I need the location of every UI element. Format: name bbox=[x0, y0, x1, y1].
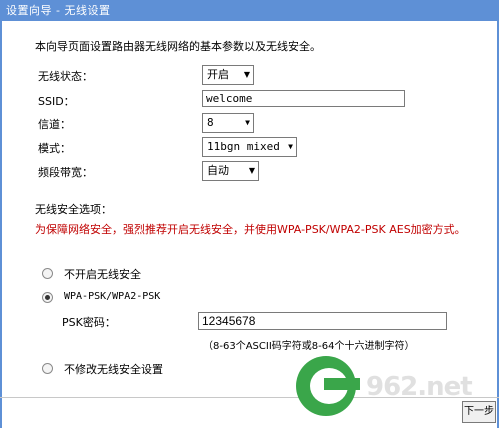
psk-hint: （8-63个ASCII码字符或8-64个十六进制字符） bbox=[203, 341, 415, 352]
intro-text: 本向导页面设置路由器无线网络的基本参数以及无线安全。 bbox=[35, 40, 321, 53]
channel-select[interactable]: 8 ▼ bbox=[202, 113, 254, 133]
radio-wpa-psk[interactable] bbox=[42, 292, 53, 303]
psk-password-input[interactable]: 12345678 bbox=[198, 312, 447, 330]
psk-label: PSK密码： bbox=[62, 316, 116, 329]
ssid-label: SSID： bbox=[38, 95, 75, 108]
mode-label: 模式： bbox=[38, 142, 71, 155]
ssid-input[interactable]: welcome bbox=[202, 90, 405, 107]
window-border-left bbox=[0, 21, 2, 428]
wireless-status-value: 开启 bbox=[207, 68, 229, 81]
wireless-status-label: 无线状态： bbox=[38, 70, 93, 83]
bandwidth-value: 自动 bbox=[207, 164, 229, 177]
mode-value: 11bgn mixed bbox=[207, 140, 280, 153]
security-warning: 为保障网络安全，强烈推荐开启无线安全，并使用WPA-PSK/WPA2-PSK A… bbox=[35, 223, 466, 236]
window-titlebar: 设置向导 - 无线设置 bbox=[0, 0, 499, 21]
window-title: 设置向导 - 无线设置 bbox=[6, 4, 111, 17]
mode-select[interactable]: 11bgn mixed ▼ bbox=[202, 137, 297, 157]
radio-keep-security[interactable] bbox=[42, 363, 53, 374]
channel-label: 信道： bbox=[38, 118, 71, 131]
next-button[interactable]: 下一步 bbox=[462, 401, 496, 423]
option-wpa-psk-label: WPA-PSK/WPA2-PSK bbox=[64, 291, 161, 302]
option-keep-security-label: 不修改无线安全设置 bbox=[64, 363, 163, 376]
option-no-security-label: 不开启无线安全 bbox=[64, 268, 141, 281]
chevron-down-icon: ▼ bbox=[243, 70, 250, 79]
psk-value: 12345678 bbox=[202, 314, 256, 328]
radio-no-security[interactable] bbox=[42, 268, 53, 279]
watermark-logo-bar bbox=[324, 378, 360, 390]
chevron-down-icon: ▼ bbox=[248, 166, 255, 175]
bandwidth-label: 频段带宽： bbox=[38, 166, 93, 179]
wireless-status-select[interactable]: 开启 ▼ bbox=[202, 65, 254, 85]
chevron-down-icon: ▼ bbox=[288, 142, 293, 151]
watermark-text: 962.net bbox=[366, 372, 473, 402]
chevron-down-icon: ▼ bbox=[245, 118, 250, 127]
channel-value: 8 bbox=[207, 116, 214, 129]
ssid-value: welcome bbox=[206, 92, 253, 105]
security-section-label: 无线安全选项： bbox=[35, 203, 112, 216]
bandwidth-select[interactable]: 自动 ▼ bbox=[202, 161, 259, 181]
